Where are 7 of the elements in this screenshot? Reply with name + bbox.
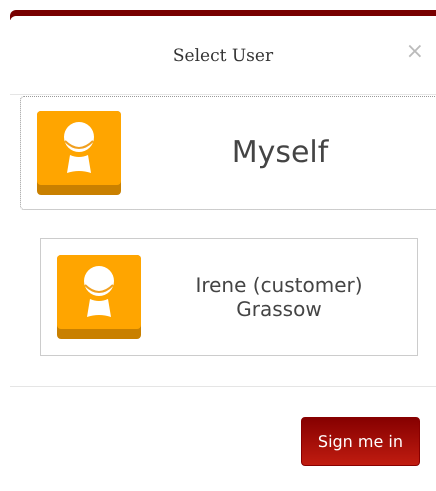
user-card[interactable]: Irene (customer) Grassow (40, 238, 418, 356)
sign-in-button[interactable]: Sign me in (300, 417, 420, 466)
user-avatar-icon (37, 111, 121, 195)
user-avatar-icon (57, 255, 141, 339)
dialog-title: Select User (172, 46, 274, 66)
user-card[interactable]: Myself (20, 96, 436, 210)
user-name: Irene (customer) Grassow (194, 273, 364, 321)
